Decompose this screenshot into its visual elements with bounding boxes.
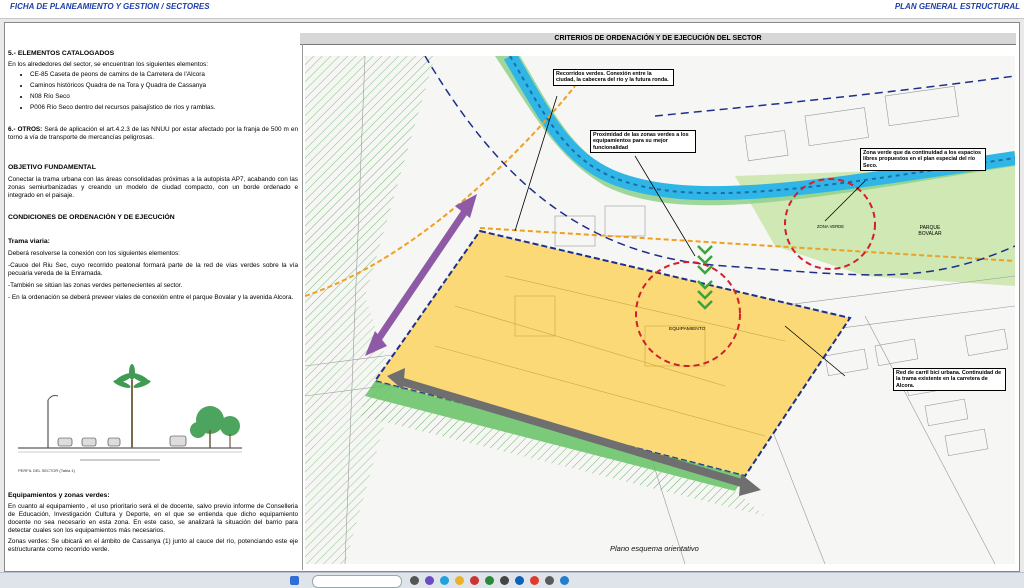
section-6-paragraph: 6.- OTROS: Será de aplicación el art.4.2… bbox=[8, 126, 298, 142]
app-icon[interactable] bbox=[455, 576, 464, 585]
app-icon[interactable] bbox=[440, 576, 449, 585]
callout-carril-bici: Red de carril bici urbana. Continuidad d… bbox=[893, 368, 1006, 392]
app-icon[interactable] bbox=[530, 576, 539, 585]
taskbar bbox=[0, 572, 1024, 588]
app-icon[interactable] bbox=[515, 576, 524, 585]
grey-arrow-head-right bbox=[739, 474, 761, 496]
map-caption: Plano esquema orientativo bbox=[610, 544, 699, 553]
catalog-list: CE-85 Caseta de peons de camins de la Ca… bbox=[30, 71, 298, 112]
objective-text: Conectar la trama urbana con las áreas c… bbox=[8, 176, 298, 199]
list-item: CE-85 Caseta de peons de camins de la Ca… bbox=[30, 71, 298, 79]
section-band-title: CRITERIOS DE ORDENACIÓN Y DE EJECUCIÓN D… bbox=[300, 33, 1016, 45]
equip-text: En cuanto al equipamiento , el uso prior… bbox=[8, 503, 298, 534]
callout-proximidad: Proximidad de las zonas verdes a los equ… bbox=[590, 130, 696, 154]
list-item: N08 Río Seco bbox=[30, 93, 298, 101]
section-6-label: 6.- OTROS: bbox=[8, 126, 43, 133]
place-label-equipamiento: EQUIPAMIENTO bbox=[669, 327, 706, 332]
callout-zona-verde: Zona verde que da continuidad a los espa… bbox=[860, 148, 986, 172]
app-icon[interactable] bbox=[470, 576, 479, 585]
header-left-title: FICHA DE PLANEAMIENTO Y GESTION / SECTOR… bbox=[10, 2, 210, 11]
section-caption: PERFIL DEL SECTOR (Tabla 1) bbox=[18, 468, 75, 473]
header-right-title: PLAN GENERAL ESTRUCTURAL bbox=[894, 2, 1020, 11]
app-icon[interactable] bbox=[425, 576, 434, 585]
trama-title: Trama viaria: bbox=[8, 238, 50, 245]
list-item: P006 Río Seco dentro del recursos paisaj… bbox=[30, 104, 298, 112]
objective-title: OBJETIVO FUNDAMENTAL bbox=[8, 164, 96, 171]
blue-dashed-line-top bbox=[654, 75, 1015, 117]
app-icon[interactable] bbox=[545, 576, 554, 585]
sector-area bbox=[373, 229, 852, 478]
callout-recorridos-verdes: Recorridos verdes. Conexión entre la ciu… bbox=[553, 69, 674, 86]
trama-paragraph-2: -También se sitúan las zonas verdes pert… bbox=[8, 282, 183, 289]
place-label-parque: PARQUE BOVALAR bbox=[918, 225, 942, 238]
column-divider bbox=[302, 44, 303, 570]
section-6-text: Será de aplicación el art.4.2.3 de las N… bbox=[8, 126, 298, 141]
street-section-illustration bbox=[10, 350, 250, 475]
zonas-text: Zonas verdes: Se ubicará en el ámbito de… bbox=[8, 538, 298, 553]
app-icon[interactable] bbox=[560, 576, 569, 585]
conditions-title: CONDICIONES DE ORDENACIÓN Y DE EJECUCIÓN bbox=[8, 214, 175, 221]
section-5-intro: En los alrededores del sector, se encuen… bbox=[8, 61, 209, 68]
section-5-title: 5.- ELEMENTOS CATALOGADOS bbox=[8, 50, 115, 57]
purple-arrow-head-top bbox=[455, 194, 477, 218]
equip-title: Equipamientos y zonas verdes: bbox=[8, 492, 110, 499]
left-text-lower: Equipamientos y zonas verdes: En cuanto … bbox=[8, 492, 298, 567]
app-icon[interactable] bbox=[485, 576, 494, 585]
document-header: FICHA DE PLANEAMIENTO Y GESTION / SECTOR… bbox=[0, 0, 1024, 19]
trama-intro: Deberá resolverse la conexión con los si… bbox=[8, 250, 180, 257]
taskbar-search-box[interactable] bbox=[312, 575, 402, 588]
trama-paragraph-3: - En la ordenación se deberá preveer via… bbox=[8, 294, 294, 301]
task-view-icon[interactable] bbox=[410, 576, 419, 585]
list-item: Caminos históricos Quadra de na Tora y Q… bbox=[30, 82, 298, 90]
orientative-map: EQUIPAMIENTO PARQUE BOVALAR ZONA VERDE R… bbox=[305, 56, 1015, 564]
app-icon[interactable] bbox=[500, 576, 509, 585]
windows-start-icon[interactable] bbox=[290, 576, 299, 585]
trama-paragraph-1: -Cauce del Riu Sec, cuyo recorrido peato… bbox=[8, 262, 298, 277]
left-text-column: 5.- ELEMENTOS CATALOGADOS En los alreded… bbox=[8, 44, 298, 564]
place-label-zona-verde: ZONA VERDE bbox=[817, 224, 844, 229]
